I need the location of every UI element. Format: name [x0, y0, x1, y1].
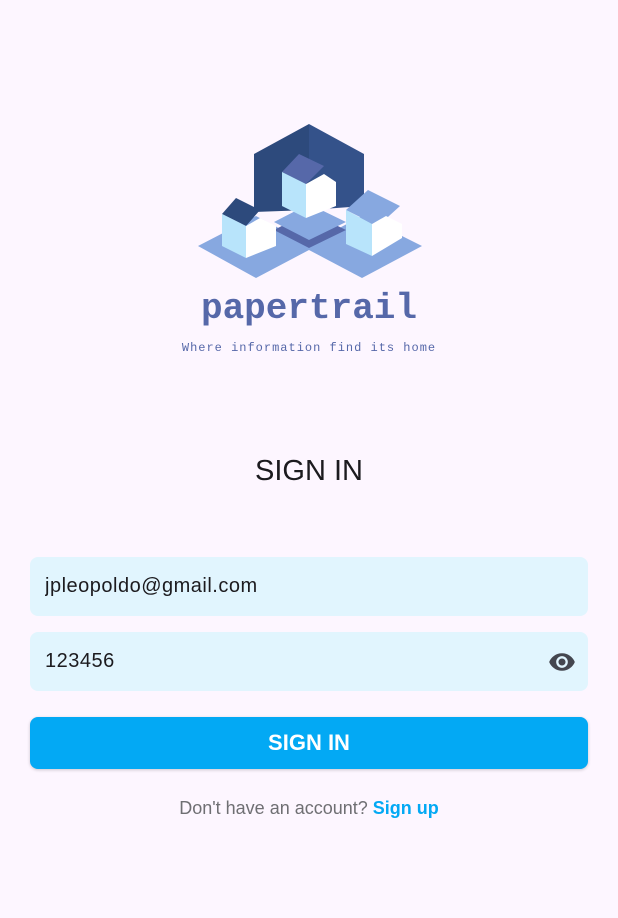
- email-input[interactable]: [45, 575, 573, 598]
- eye-icon[interactable]: [547, 647, 577, 677]
- password-field[interactable]: [30, 632, 588, 691]
- password-input[interactable]: [45, 650, 547, 673]
- sign-in-screen: papertrail Where information find its ho…: [0, 0, 618, 918]
- brand-tagline: Where information find its home: [181, 341, 437, 355]
- sign-in-button[interactable]: SIGN IN: [30, 717, 588, 769]
- brand-name: papertrail: [200, 288, 418, 329]
- signup-prompt-text: Don't have an account?: [179, 798, 373, 818]
- sign-up-link[interactable]: Sign up: [373, 798, 439, 818]
- email-field[interactable]: [30, 557, 588, 616]
- isometric-houses-logo-icon: [198, 124, 422, 278]
- signup-prompt-row: Don't have an account? Sign up: [0, 798, 618, 819]
- page-title: SIGN IN: [255, 455, 363, 487]
- brand-logo: papertrail Where information find its ho…: [0, 0, 618, 380]
